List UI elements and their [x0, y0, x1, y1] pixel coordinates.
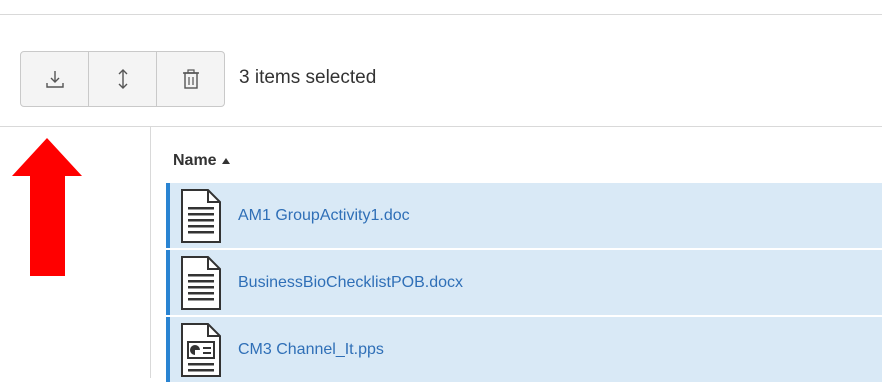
file-list: AM1 GroupActivity1.doc BusinessBioCheckl… — [166, 183, 882, 384]
move-icon — [118, 69, 127, 89]
file-name[interactable]: AM1 GroupActivity1.doc — [238, 207, 410, 225]
file-actions-toolbar — [20, 51, 225, 107]
file-row-am1-groupactivity1[interactable]: AM1 GroupActivity1.doc — [166, 183, 882, 248]
document-icon — [181, 188, 221, 243]
delete-button[interactable] — [157, 52, 224, 106]
document-icon — [181, 255, 221, 310]
sort-ascending-icon — [221, 158, 230, 164]
download-icon — [45, 71, 64, 88]
sidebar-divider — [150, 127, 151, 378]
top-divider — [0, 14, 882, 15]
presentation-icon — [181, 322, 221, 377]
selection-status: 3 items selected — [239, 67, 377, 88]
file-name[interactable]: CM3 Channel_It.pps — [238, 341, 384, 359]
name-column-label: Name — [173, 152, 217, 169]
red-arrow-annotation — [12, 138, 82, 276]
file-name[interactable]: BusinessBioChecklistPOB.docx — [238, 274, 463, 292]
file-row-businessbiochecklistpob[interactable]: BusinessBioChecklistPOB.docx — [166, 250, 882, 315]
move-button[interactable] — [89, 52, 157, 106]
list-top-divider — [0, 126, 882, 127]
download-button[interactable] — [21, 52, 89, 106]
trash-icon — [182, 69, 199, 89]
name-column-header[interactable]: Name — [173, 152, 230, 170]
file-row-cm3-channel-it[interactable]: CM3 Channel_It.pps — [166, 317, 882, 382]
